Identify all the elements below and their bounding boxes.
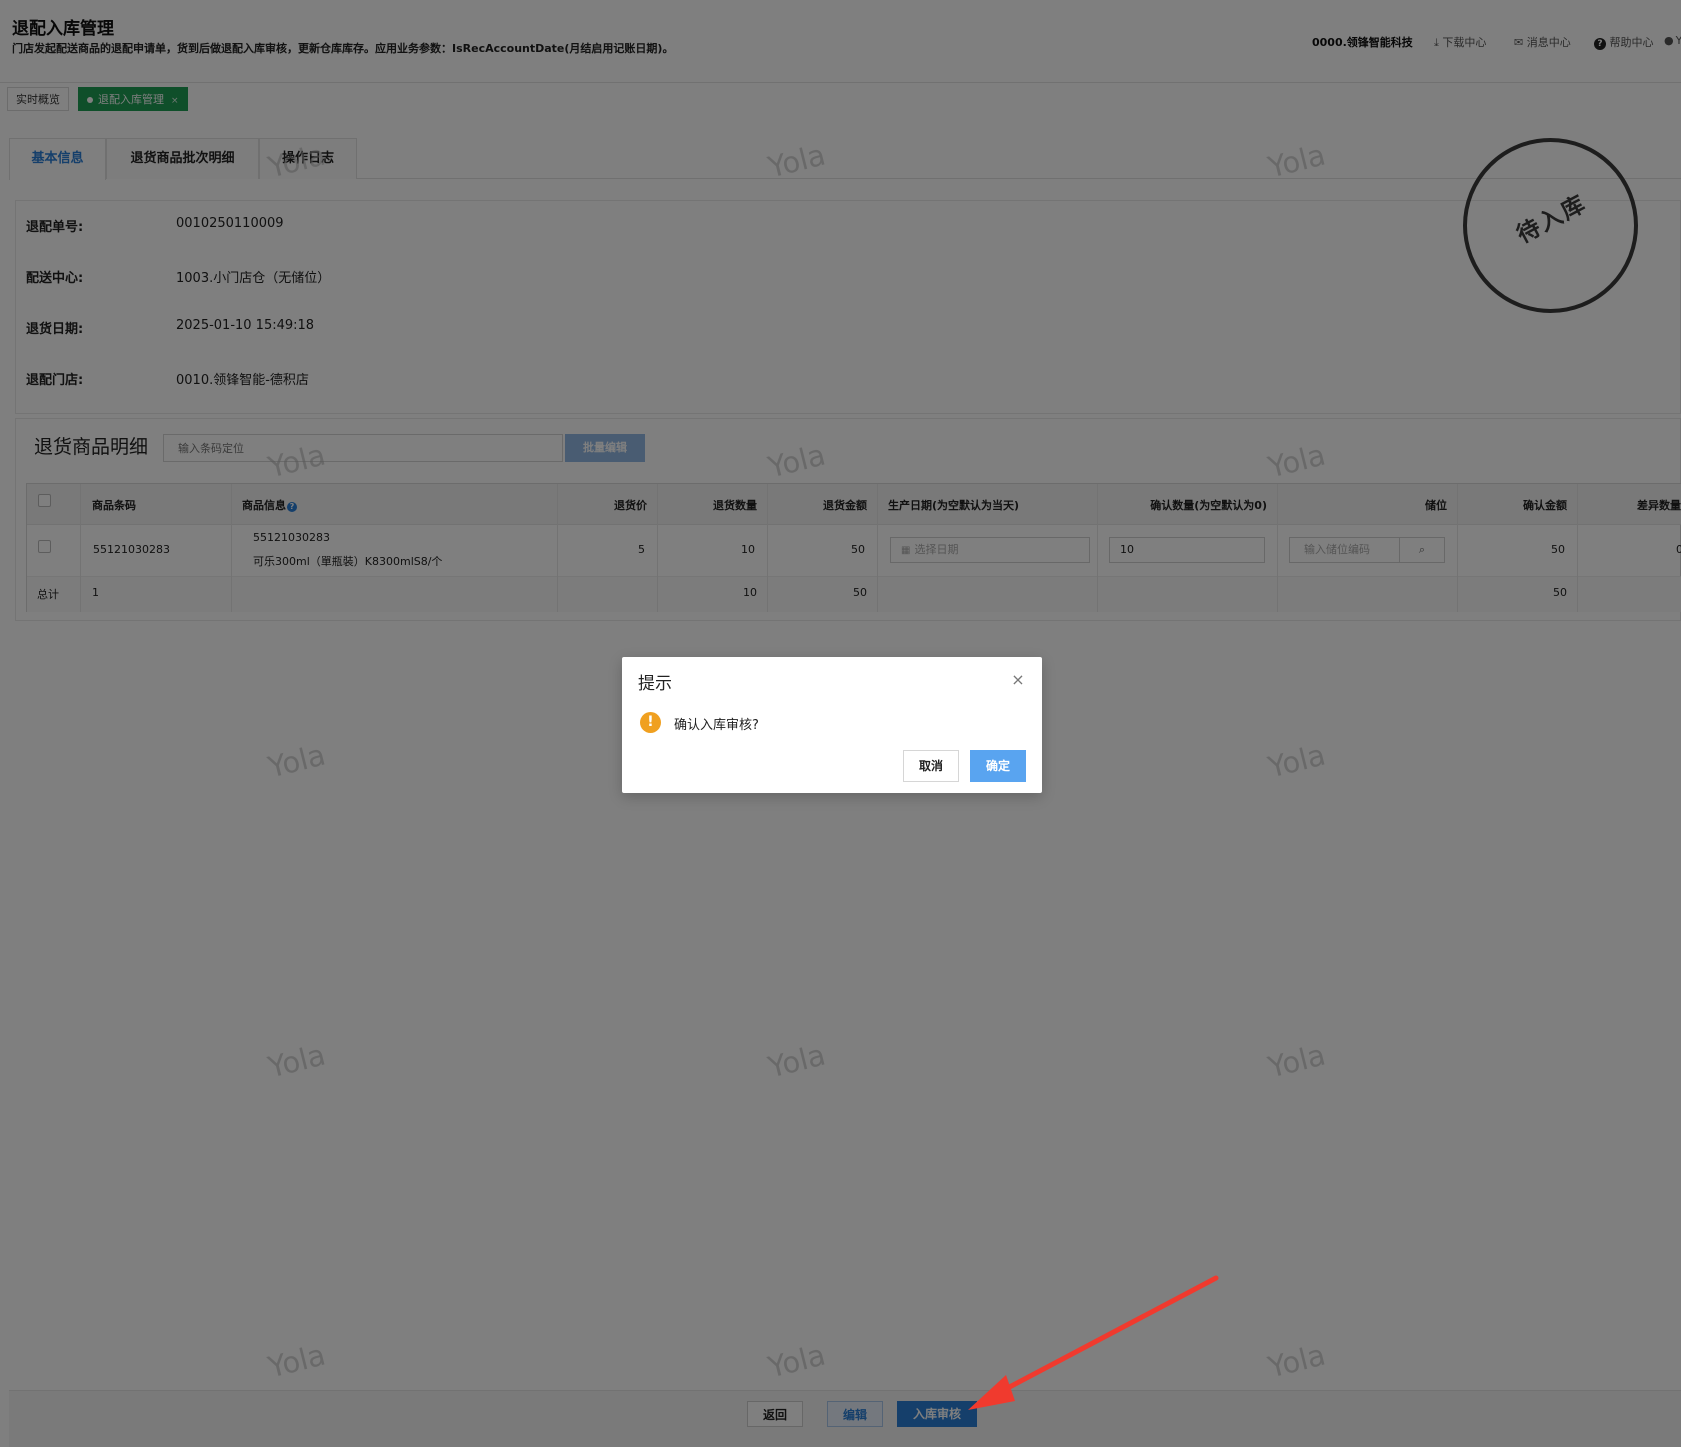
dialog-message: 确认入库审核? [674,718,759,733]
warning-icon: ! [640,712,661,733]
cancel-button[interactable]: 取消 [903,750,959,782]
confirm-dialog: 提示 × ! 确认入库审核? 取消 确定 [622,657,1042,793]
confirm-button[interactable]: 确定 [970,750,1026,782]
close-icon[interactable]: × [1011,672,1025,688]
dialog-title: 提示 [638,674,672,694]
